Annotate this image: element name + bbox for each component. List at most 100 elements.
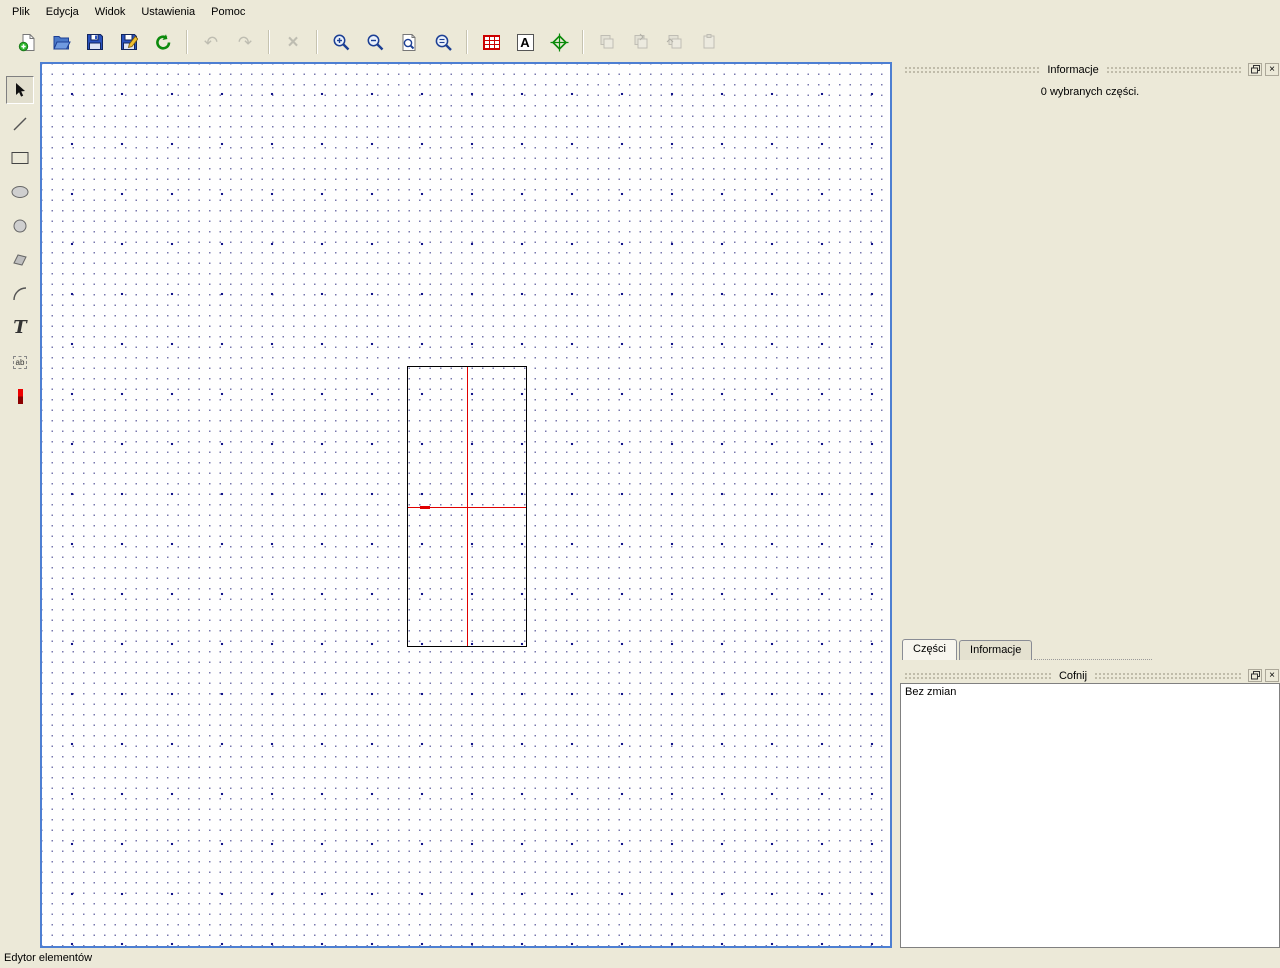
main-area: T ab Informacje × xyxy=(0,60,1280,950)
ellipse-tool-button[interactable] xyxy=(6,178,34,206)
select-tool-button[interactable] xyxy=(6,76,34,104)
float-icon xyxy=(1251,65,1260,74)
tools-toolbar: T ab xyxy=(0,60,40,950)
undo-button[interactable]: ↶ xyxy=(195,27,227,57)
delete-icon: × xyxy=(287,33,298,52)
terminal-tool-button[interactable] xyxy=(6,382,34,410)
tab-informacje[interactable]: Informacje xyxy=(959,640,1032,660)
undo-history-item[interactable]: Bez zmian xyxy=(901,684,1279,700)
dock-handle-dots xyxy=(1094,672,1242,679)
open-folder-icon xyxy=(52,33,71,52)
terminal-icon xyxy=(18,389,23,404)
zoom-page-button[interactable] xyxy=(393,27,425,57)
info-dock-body: 0 wybranych części. xyxy=(900,77,1280,638)
reload-button[interactable] xyxy=(147,27,179,57)
grid-button[interactable] xyxy=(475,27,507,57)
arc-tool-button[interactable] xyxy=(6,280,34,308)
app-window: Plik Edycja Widok Ustawienia Pomoc ↶ ↷ × xyxy=(0,0,1280,968)
undo-dock-title: Cofnij xyxy=(1056,670,1090,682)
dock-handle-dots xyxy=(904,66,1040,73)
polygon-tool-button[interactable] xyxy=(6,246,34,274)
selected-parts-status: 0 wybranych części. xyxy=(900,86,1280,98)
new-button[interactable] xyxy=(11,27,43,57)
close-icon: × xyxy=(1269,671,1275,681)
line-icon xyxy=(12,116,28,132)
info-dock-header[interactable]: Informacje × xyxy=(900,62,1280,77)
save-icon xyxy=(86,33,104,51)
toolbar-separator xyxy=(186,30,188,54)
menu-widok[interactable]: Widok xyxy=(87,3,134,21)
menu-edycja[interactable]: Edycja xyxy=(38,3,87,21)
redo-icon: ↷ xyxy=(238,34,252,51)
text-field-icon: ab xyxy=(13,356,28,369)
tabbar-filler xyxy=(1034,648,1152,660)
undo-dock-header[interactable]: Cofnij × xyxy=(900,668,1280,683)
zoom-out-button[interactable] xyxy=(359,27,391,57)
copy-append-icon xyxy=(632,33,650,51)
undo-dock: Cofnij × Bez zmian xyxy=(900,668,1280,948)
rectangle-icon xyxy=(11,151,29,165)
editor-canvas[interactable] xyxy=(40,62,892,948)
float-icon xyxy=(1251,671,1260,680)
tab-czesci[interactable]: Części xyxy=(902,639,957,660)
save-as-icon xyxy=(120,33,138,51)
dock-handle-dots xyxy=(904,672,1052,679)
origin-button[interactable] xyxy=(543,27,575,57)
rectangle-tool-button[interactable] xyxy=(6,144,34,172)
paste-button[interactable] xyxy=(693,27,725,57)
statusbar-text: Edytor elementów xyxy=(4,952,92,964)
close-icon: × xyxy=(1269,65,1275,75)
menu-ustawienia[interactable]: Ustawienia xyxy=(133,3,203,21)
drawn-rectangle[interactable] xyxy=(407,366,527,647)
paste-icon xyxy=(700,33,718,51)
copy-button[interactable] xyxy=(591,27,623,57)
zoom-fit-icon xyxy=(434,33,453,52)
toolbar-separator xyxy=(582,30,584,54)
zoom-out-icon xyxy=(366,33,385,52)
ellipse-icon xyxy=(11,185,29,199)
save-as-button[interactable] xyxy=(113,27,145,57)
info-dock-title: Informacje xyxy=(1044,64,1101,76)
text-tool-icon: T xyxy=(13,319,26,337)
reload-icon xyxy=(154,33,173,52)
save-button[interactable] xyxy=(79,27,111,57)
toolbar-separator xyxy=(268,30,270,54)
add-text-button[interactable]: A xyxy=(509,27,541,57)
circle-tool-button[interactable] xyxy=(6,212,34,240)
text-icon: A xyxy=(517,34,534,51)
text-field-tool-button[interactable]: ab xyxy=(6,348,34,376)
zoom-fit-button[interactable] xyxy=(427,27,459,57)
text-tool-button[interactable]: T xyxy=(6,314,34,342)
info-dock-close-button[interactable]: × xyxy=(1265,63,1279,76)
info-dock-float-button[interactable] xyxy=(1248,63,1262,76)
zoom-in-icon xyxy=(332,33,351,52)
delete-button[interactable]: × xyxy=(277,27,309,57)
statusbar: Edytor elementów xyxy=(0,950,1280,968)
undo-icon: ↶ xyxy=(204,34,218,51)
arc-icon xyxy=(12,286,28,302)
new-icon xyxy=(18,33,37,52)
zoom-in-button[interactable] xyxy=(325,27,357,57)
info-dock: Informacje × 0 wybranych części. Części … xyxy=(900,62,1280,660)
undo-dock-float-button[interactable] xyxy=(1248,669,1262,682)
cursor-arrow-icon xyxy=(12,82,28,98)
menubar: Plik Edycja Widok Ustawienia Pomoc xyxy=(0,0,1280,24)
polygon-icon xyxy=(12,252,28,268)
undo-dock-close-button[interactable]: × xyxy=(1265,669,1279,682)
redo-button[interactable]: ↷ xyxy=(229,27,261,57)
copy-insert-button[interactable] xyxy=(659,27,691,57)
zoom-page-icon xyxy=(400,33,419,52)
undo-history-list[interactable]: Bez zmian xyxy=(900,683,1280,948)
terminal-mark xyxy=(420,506,430,509)
copy-insert-icon xyxy=(666,33,684,51)
menu-pomoc[interactable]: Pomoc xyxy=(203,3,253,21)
line-tool-button[interactable] xyxy=(6,110,34,138)
menu-plik[interactable]: Plik xyxy=(4,3,38,21)
circle-icon xyxy=(12,218,28,234)
right-panel: Informacje × 0 wybranych części. Części … xyxy=(900,62,1280,950)
main-toolbar: ↶ ↷ × A xyxy=(0,24,1280,60)
open-button[interactable] xyxy=(45,27,77,57)
copy-append-button[interactable] xyxy=(625,27,657,57)
origin-icon xyxy=(550,33,569,52)
dock-tabbar: Części Informacje xyxy=(900,638,1280,660)
